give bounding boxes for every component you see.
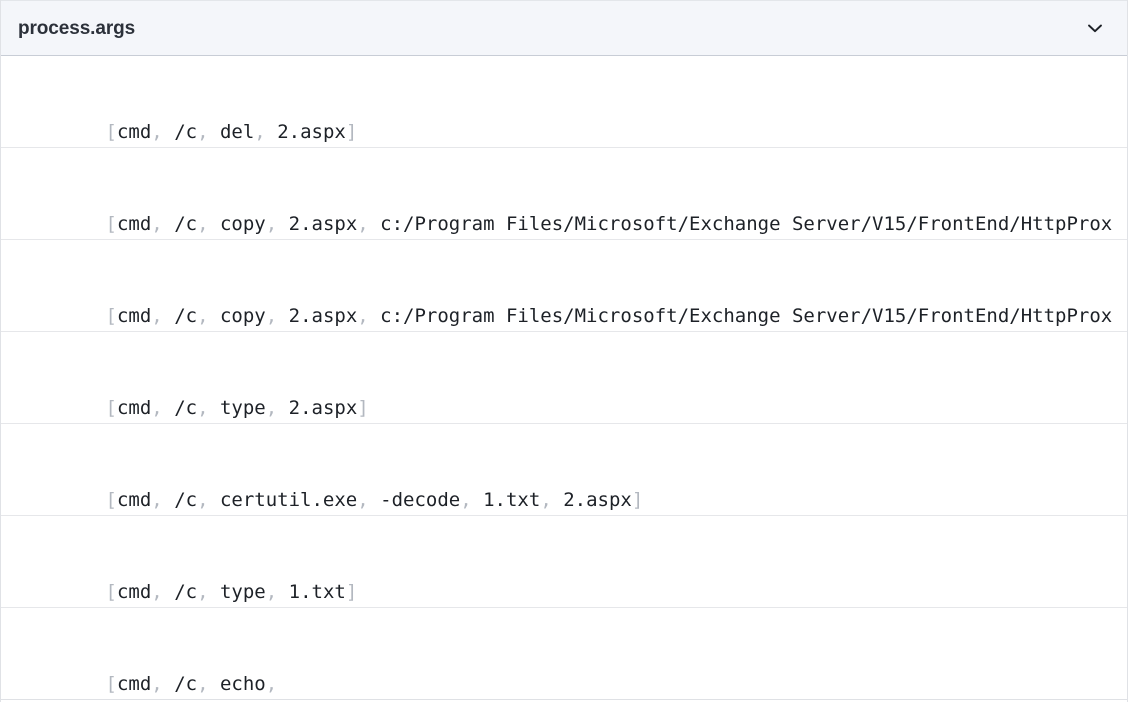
arg-value: cmd <box>116 305 152 327</box>
arg-value: 2.aspx <box>563 489 632 511</box>
close-bracket: ] <box>357 397 369 419</box>
arg-separator: , <box>265 397 289 419</box>
arg-separator: , <box>265 213 289 235</box>
arg-separator: , <box>265 581 289 603</box>
arg-separator: , <box>265 305 289 327</box>
arg-value: /c <box>174 489 198 511</box>
arg-separator: , <box>151 213 175 235</box>
arg-separator: , <box>151 305 175 327</box>
list-item[interactable]: [cmd, /c, copy, 2.aspx, c:/Program Files… <box>1 148 1127 240</box>
open-bracket: [ <box>105 121 117 143</box>
arg-value: cmd <box>116 121 152 143</box>
arg-value: cmd <box>116 489 152 511</box>
arg-separator: , <box>197 581 220 603</box>
arg-value: /c <box>174 581 198 603</box>
close-bracket: ] <box>345 581 358 603</box>
close-bracket: ] <box>631 489 644 511</box>
arg-separator: , <box>197 213 220 235</box>
arg-separator: , <box>540 489 564 511</box>
arg-value: echo <box>219 673 266 695</box>
arg-value: del <box>219 121 255 143</box>
arg-value: /c <box>174 673 198 695</box>
arg-value: copy <box>219 213 266 235</box>
arg-separator: , <box>265 673 289 695</box>
list-item[interactable]: [cmd, /c, copy, 2.aspx, c:/Program Files… <box>1 240 1127 332</box>
list-item[interactable]: [cmd, /c, echo, PCVAIFBhZ2UgTGFuZ3VhZ2U9… <box>1 608 1127 700</box>
open-bracket: [ <box>105 673 117 695</box>
arg-row-text: [cmd, /c, type, 1.txt] <box>14 532 1113 607</box>
open-bracket: [ <box>105 489 117 511</box>
arg-separator: , <box>357 213 381 235</box>
arg-separator: , <box>151 673 175 695</box>
arg-value: 2.aspx <box>288 397 358 419</box>
arg-value: cmd <box>116 581 152 603</box>
arg-row-text: [cmd, /c, copy, 2.aspx, c:/Program Files… <box>14 164 1113 239</box>
arg-separator: , <box>151 581 175 603</box>
arg-value: cmd <box>116 673 152 695</box>
arg-separator: , <box>151 121 175 143</box>
arg-separator: , <box>197 121 220 143</box>
arg-separator: , <box>254 121 278 143</box>
arg-separator: , <box>357 489 381 511</box>
arg-value: type <box>219 581 266 603</box>
open-bracket: [ <box>105 581 117 603</box>
arg-value: copy <box>219 305 266 327</box>
arg-separator: , <box>357 305 381 327</box>
open-bracket: [ <box>105 397 117 419</box>
open-bracket: [ <box>105 305 117 327</box>
arg-value: certutil.exe <box>219 489 358 511</box>
arg-value: 1.txt <box>288 581 346 603</box>
arg-separator: , <box>151 489 175 511</box>
arg-row-text: [cmd, /c, echo, PCVAIFBhZ2UgTGFuZ3VhZ2U9… <box>14 624 1113 699</box>
close-bracket: ] <box>345 121 358 143</box>
arg-separator: , <box>197 673 220 695</box>
arg-value: /c <box>174 213 198 235</box>
list-item[interactable]: [cmd, /c, type, 1.txt] <box>1 516 1127 608</box>
arg-row-text: [cmd, /c, certutil.exe, -decode, 1.txt, … <box>14 440 1113 515</box>
arg-value: cmd <box>116 213 152 235</box>
process-args-card: process.args [cmd, /c, del, 2.aspx] [cmd… <box>0 0 1128 702</box>
arg-value: /c <box>174 305 198 327</box>
arg-separator: , <box>197 305 220 327</box>
arg-separator: , <box>197 397 220 419</box>
arg-row-text: [cmd, /c, type, 2.aspx] <box>14 348 1113 423</box>
list-item[interactable]: [cmd, /c, type, 2.aspx] <box>1 332 1127 424</box>
arg-value: 1.txt <box>483 489 541 511</box>
arg-separator: , <box>151 397 175 419</box>
arg-value: 2.aspx <box>288 213 358 235</box>
process-args-header[interactable]: process.args <box>1 0 1127 56</box>
arg-value: /c <box>174 397 198 419</box>
arg-separator: , <box>460 489 484 511</box>
collapse-toggle-button[interactable] <box>1080 13 1110 43</box>
arg-value: -decode <box>380 489 461 511</box>
arg-row-text: [cmd, /c, copy, 2.aspx, c:/Program Files… <box>14 256 1113 331</box>
arg-value: 2.aspx <box>277 121 346 143</box>
page-title: process.args <box>18 17 136 39</box>
list-item[interactable]: [cmd, /c, certutil.exe, -decode, 1.txt, … <box>1 424 1127 516</box>
arg-value: cmd <box>116 397 152 419</box>
arg-value: /c <box>174 121 198 143</box>
chevron-down-icon <box>1084 17 1106 39</box>
arg-separator: , <box>197 489 220 511</box>
arg-value: type <box>219 397 266 419</box>
args-list: [cmd, /c, del, 2.aspx] [cmd, /c, copy, 2… <box>1 56 1127 702</box>
arg-row-text: [cmd, /c, del, 2.aspx] <box>14 72 1113 147</box>
list-item[interactable]: [cmd, /c, del, 2.aspx] <box>1 56 1127 148</box>
arg-value: 2.aspx <box>288 305 358 327</box>
open-bracket: [ <box>105 213 117 235</box>
